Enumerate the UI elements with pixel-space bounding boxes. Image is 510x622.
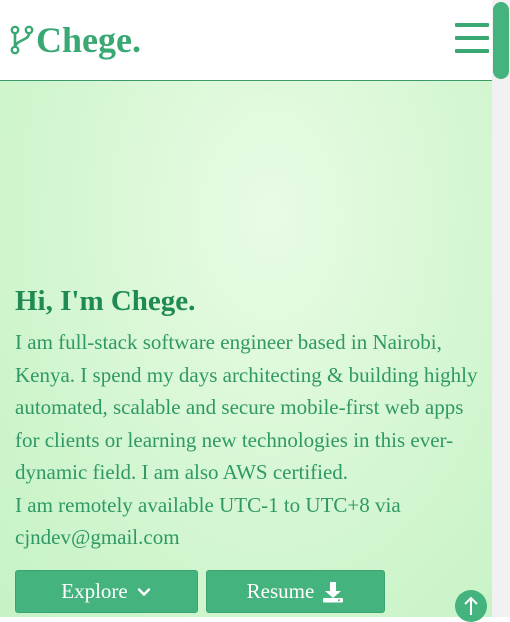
hero-line: I am remotely available UTC-1 to UTC+8 v… — [15, 492, 401, 517]
brand-logo[interactable]: Chege. — [10, 18, 141, 62]
menu-bar — [455, 36, 489, 40]
menu-bar — [455, 49, 489, 53]
brand-name: Chege. — [36, 20, 141, 60]
arrow-up-icon — [464, 596, 478, 615]
hero-title: Hi, I'm Chege. — [15, 285, 196, 317]
hero-description: I am full-stack software engineer based … — [15, 326, 492, 554]
explore-label: Explore — [61, 579, 128, 603]
hero-line: for clients or learning new technologies… — [15, 427, 454, 452]
branch-icon — [10, 25, 34, 55]
menu-bar — [455, 23, 489, 27]
explore-button[interactable]: Explore — [15, 570, 198, 613]
back-to-top-button[interactable] — [455, 590, 487, 622]
hero-line: I am full-stack software engineer based … — [15, 330, 442, 354]
site-header: Chege. — [0, 0, 492, 81]
hamburger-menu-icon[interactable] — [455, 23, 489, 53]
resume-label: Resume — [246, 579, 315, 603]
hero-line: automated, scalable and secure mobile-fi… — [15, 395, 464, 419]
hero-line: dynamic field. I am also AWS certified. — [15, 460, 349, 484]
scrollbar-thumb[interactable] — [493, 2, 509, 79]
resume-button[interactable]: Resume — [206, 570, 385, 613]
contact-email[interactable]: cjndev@gmail.com — [15, 521, 492, 554]
chevron-down-icon — [137, 587, 150, 596]
hero-section: Hi, I'm Chege. I am full-stack software … — [0, 81, 492, 617]
scrollbar-track[interactable] — [492, 0, 510, 617]
hero-line: Kenya. I spend my days architecting & bu… — [15, 362, 478, 387]
download-icon — [323, 581, 344, 602]
